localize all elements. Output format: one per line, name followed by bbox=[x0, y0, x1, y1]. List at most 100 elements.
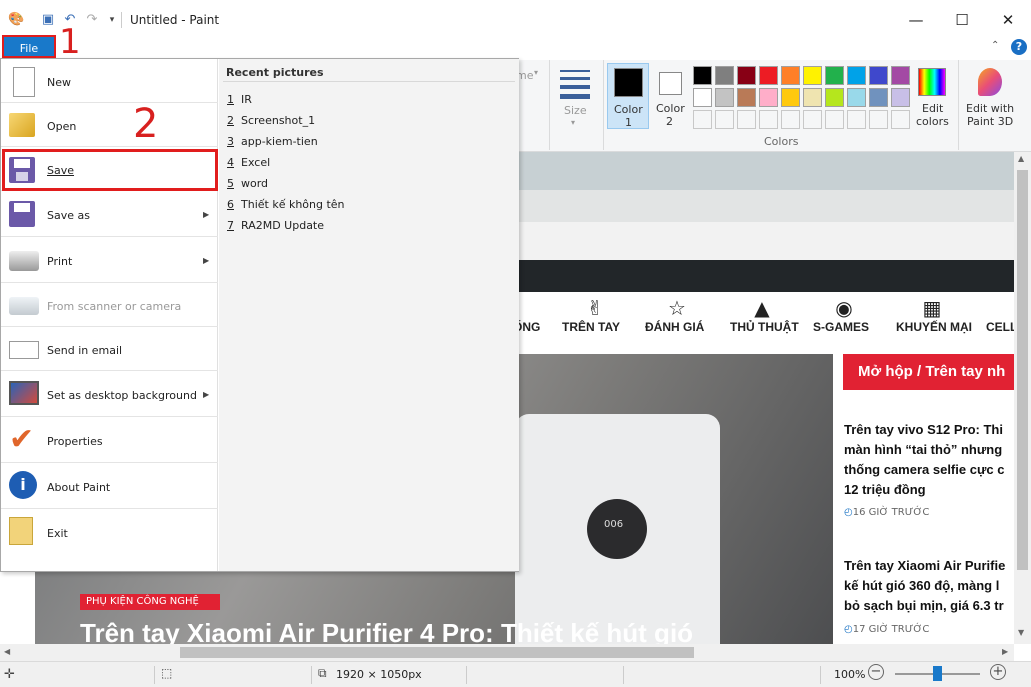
palette-swatch-empty[interactable] bbox=[693, 110, 712, 129]
size-tool[interactable]: Size ▾ bbox=[558, 66, 594, 136]
palette-swatch[interactable] bbox=[825, 88, 844, 107]
zoom-out-icon[interactable]: − bbox=[868, 664, 884, 680]
customize-toolbar-icon[interactable]: ▾ bbox=[104, 12, 120, 28]
nav-item[interactable]: S-GAMES bbox=[813, 320, 869, 334]
file-menu-button[interactable]: File bbox=[2, 35, 56, 58]
recent-picture-item[interactable]: 5 word bbox=[227, 177, 268, 190]
side-article-1[interactable]: Trên tay vivo S12 Pro: Thi màn hình “tai… bbox=[844, 420, 1014, 500]
palette-swatch-empty[interactable] bbox=[759, 110, 778, 129]
air-purifier-image: 006 bbox=[515, 414, 720, 644]
nav-item[interactable]: CELL bbox=[986, 320, 1017, 334]
palette-swatch-empty[interactable] bbox=[891, 110, 910, 129]
menu-item-print[interactable]: Print ▶ bbox=[1, 237, 218, 283]
scroll-thumb[interactable] bbox=[180, 647, 694, 658]
palette-swatch[interactable] bbox=[781, 66, 800, 85]
time-text: 17 GIỜ TRƯỚC bbox=[852, 624, 930, 635]
palette-swatch[interactable] bbox=[693, 88, 712, 107]
edit-with-paint3d-button[interactable]: Edit with Paint 3D bbox=[962, 64, 1018, 130]
palette-swatch[interactable] bbox=[759, 66, 778, 85]
menu-item-about-paint[interactable]: i About Paint bbox=[1, 463, 218, 509]
palette-swatch-empty[interactable] bbox=[803, 110, 822, 129]
annotation-number-1: 1 bbox=[59, 22, 81, 62]
recent-picture-number: 5 bbox=[227, 177, 234, 190]
palette-swatch-empty[interactable] bbox=[847, 110, 866, 129]
color2-swatch bbox=[659, 72, 682, 95]
palette-swatch[interactable] bbox=[737, 66, 756, 85]
palette-swatch-empty[interactable] bbox=[781, 110, 800, 129]
palette-swatch[interactable] bbox=[847, 66, 866, 85]
recent-picture-number: 2 bbox=[227, 114, 234, 127]
color2-button[interactable]: Color 2 bbox=[651, 63, 691, 129]
palette-swatch-empty[interactable] bbox=[715, 110, 734, 129]
palette-swatch[interactable] bbox=[715, 66, 734, 85]
palette-swatch[interactable] bbox=[803, 66, 822, 85]
divider bbox=[623, 666, 624, 684]
category-tag[interactable]: PHỤ KIỆN CÔNG NGHỆ bbox=[80, 594, 220, 610]
palette-swatch-empty[interactable] bbox=[825, 110, 844, 129]
zoom-in-icon[interactable]: + bbox=[990, 664, 1006, 680]
minimize-button[interactable]: — bbox=[893, 6, 939, 34]
scroll-left-icon[interactable]: ◀ bbox=[4, 647, 10, 656]
recent-picture-name: app-kiem-tien bbox=[241, 135, 318, 148]
scroll-right-icon[interactable]: ▶ bbox=[1002, 647, 1008, 656]
close-button[interactable]: ✕ bbox=[985, 6, 1031, 34]
recent-picture-item[interactable]: 6 Thiết kế không tên bbox=[227, 198, 345, 211]
palette-swatch[interactable] bbox=[891, 88, 910, 107]
nav-item[interactable]: KHUYẾN MẠI bbox=[896, 320, 972, 334]
horizontal-scrollbar[interactable]: ◀ ▶ bbox=[0, 644, 1014, 661]
paint-app-icon[interactable]: 🎨 bbox=[8, 12, 24, 28]
save-quick-icon[interactable]: ▣ bbox=[40, 12, 56, 28]
palette-swatch-empty[interactable] bbox=[737, 110, 756, 129]
palette-swatch[interactable] bbox=[737, 88, 756, 107]
scroll-up-icon[interactable]: ▲ bbox=[1018, 154, 1024, 163]
red-banner[interactable]: Mở hộp / Trên tay nh bbox=[843, 354, 1014, 390]
redo-icon[interactable]: ↷ bbox=[84, 12, 100, 28]
menu-item-new[interactable]: New bbox=[1, 59, 218, 103]
collapse-ribbon-icon[interactable]: ⌃ bbox=[991, 40, 999, 51]
recent-picture-item[interactable]: 4 Excel bbox=[227, 156, 270, 169]
menu-item-exit[interactable]: Exit bbox=[1, 509, 218, 555]
recent-picture-item[interactable]: 3 app-kiem-tien bbox=[227, 135, 318, 148]
divider bbox=[820, 666, 821, 684]
window-title: Untitled - Paint bbox=[130, 13, 220, 27]
nav-item[interactable]: THỦ THUẬT bbox=[730, 320, 799, 334]
zoom-slider-thumb[interactable] bbox=[933, 666, 942, 681]
side-article-2[interactable]: Trên tay Xiaomi Air Purifie kế hút gió 3… bbox=[844, 556, 1014, 616]
help-icon[interactable]: ? bbox=[1011, 39, 1027, 55]
menu-item-set-desktop-background[interactable]: Set as desktop background ▶ bbox=[1, 371, 218, 417]
palette-swatch[interactable] bbox=[869, 88, 888, 107]
nav-item[interactable]: TRÊN TAY bbox=[562, 320, 620, 334]
palette-swatch[interactable] bbox=[803, 88, 822, 107]
palette-swatch[interactable] bbox=[715, 88, 734, 107]
scroll-thumb[interactable] bbox=[1017, 170, 1028, 570]
menu-item-properties[interactable]: ✔ Properties bbox=[1, 417, 218, 463]
palette-swatch[interactable] bbox=[781, 88, 800, 107]
recent-picture-name: Excel bbox=[241, 156, 271, 169]
nav-item[interactable]: ĐÁNH GIÁ bbox=[645, 320, 704, 334]
edit-colors-button[interactable]: Edit colors bbox=[913, 64, 953, 130]
menu-item-send-email[interactable]: Send in email bbox=[1, 327, 218, 371]
recent-picture-item[interactable]: 7 RA2MD Update bbox=[227, 219, 324, 232]
palette-swatch[interactable] bbox=[891, 66, 910, 85]
color1-button[interactable]: Color 1 bbox=[607, 63, 649, 129]
vertical-scrollbar[interactable]: ▲ ▼ bbox=[1014, 152, 1031, 644]
side-article-2-line: Trên tay Xiaomi Air Purifie bbox=[844, 558, 1006, 573]
palette-swatch[interactable] bbox=[825, 66, 844, 85]
recent-picture-number: 1 bbox=[227, 93, 234, 106]
menu-item-open[interactable]: Open bbox=[1, 103, 218, 147]
maximize-button[interactable]: ☐ bbox=[939, 6, 985, 34]
article-headline[interactable]: Trên tay Xiaomi Air Purifier 4 Pro: Thiế… bbox=[80, 618, 693, 644]
recent-picture-item[interactable]: 1 IR bbox=[227, 93, 252, 106]
palette-swatch[interactable] bbox=[693, 66, 712, 85]
menu-item-save[interactable]: Save bbox=[1, 147, 218, 191]
edit-colors-label-a: Edit bbox=[922, 102, 944, 115]
info-icon: i bbox=[9, 471, 37, 499]
palette-swatch[interactable] bbox=[847, 88, 866, 107]
menu-item-save-as[interactable]: Save as ▶ bbox=[1, 191, 218, 237]
palette-swatch-empty[interactable] bbox=[869, 110, 888, 129]
recent-picture-item[interactable]: 2 Screenshot_1 bbox=[227, 114, 315, 127]
scroll-down-icon[interactable]: ▼ bbox=[1018, 628, 1024, 637]
palette-swatch[interactable] bbox=[759, 88, 778, 107]
file-menu: New Open Save Save as ▶ Print ▶ From sca… bbox=[0, 58, 519, 572]
palette-swatch[interactable] bbox=[869, 66, 888, 85]
